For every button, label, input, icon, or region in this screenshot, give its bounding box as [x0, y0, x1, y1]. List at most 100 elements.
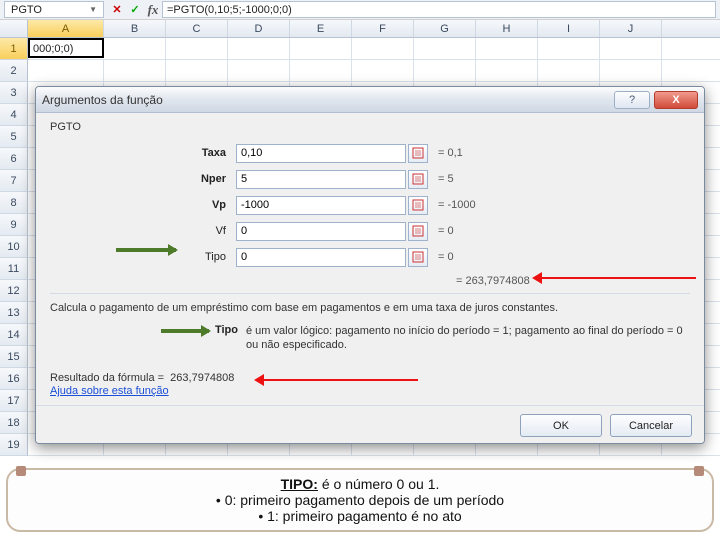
cell[interactable] [290, 38, 352, 60]
range-picker-icon[interactable] [408, 196, 428, 215]
range-picker-icon[interactable] [408, 144, 428, 163]
col-header-G[interactable]: G [414, 20, 476, 37]
cell[interactable] [352, 60, 414, 82]
close-icon[interactable]: X [654, 91, 698, 109]
slide-note: TIPO: é o número 0 ou 1. • 0: primeiro p… [6, 468, 714, 532]
function-arguments-dialog: Argumentos da função ? X PGTO Taxa = 0,1… [35, 86, 705, 444]
cell[interactable] [476, 38, 538, 60]
arg-label: Nper [50, 173, 236, 185]
help-link[interactable]: Ajuda sobre esta função [50, 385, 169, 397]
arg-input-nper[interactable] [236, 170, 406, 189]
formula-input[interactable]: =PGTO(0,10;5;-1000;0;0) [162, 1, 716, 18]
row-header-14[interactable]: 14 [0, 324, 28, 346]
dialog-title: Argumentos da função [42, 93, 163, 107]
computed-result: = 263,7974808 [456, 275, 530, 287]
formula-result: Resultado da fórmula = 263,7974808 [50, 372, 690, 384]
row-headers: 1 2 3 4 5 6 7 8 9 10 11 12 13 14 15 16 1… [0, 38, 28, 456]
cell[interactable] [476, 60, 538, 82]
cell[interactable] [166, 60, 228, 82]
computed-result-row: = 263,7974808 [50, 275, 690, 287]
arg-row-taxa: Taxa = 0,1 [50, 141, 690, 165]
cell-A1[interactable]: 000;0;0) [28, 38, 104, 58]
cell[interactable] [352, 38, 414, 60]
col-header-I[interactable]: I [538, 20, 600, 37]
cell[interactable] [228, 38, 290, 60]
range-picker-icon[interactable] [408, 248, 428, 267]
col-header-F[interactable]: F [352, 20, 414, 37]
col-header-C[interactable]: C [166, 20, 228, 37]
row-header-9[interactable]: 9 [0, 214, 28, 236]
cell[interactable] [228, 60, 290, 82]
arg-result: = 5 [438, 173, 454, 185]
row-header-4[interactable]: 4 [0, 104, 28, 126]
arg-input-vf[interactable] [236, 222, 406, 241]
row-header-8[interactable]: 8 [0, 192, 28, 214]
note-line3: • 1: primeiro pagamento é no ato [258, 508, 461, 524]
cancel-formula-icon[interactable]: ✕ [108, 0, 126, 19]
cell[interactable] [104, 38, 166, 60]
cell[interactable] [414, 38, 476, 60]
cell[interactable] [538, 38, 600, 60]
param-help: Tipo é um valor lógico: pagamento no iní… [50, 324, 690, 352]
col-header-B[interactable]: B [104, 20, 166, 37]
accept-formula-icon[interactable]: ✓ [126, 0, 144, 19]
select-all-corner[interactable] [0, 20, 28, 37]
col-header-A[interactable]: A [28, 20, 104, 37]
cell[interactable] [600, 38, 662, 60]
row-header-12[interactable]: 12 [0, 280, 28, 302]
ok-button[interactable]: OK [520, 414, 602, 437]
function-description: Calcula o pagamento de um empréstimo com… [50, 302, 690, 314]
arg-input-vp[interactable] [236, 196, 406, 215]
cell[interactable] [600, 60, 662, 82]
col-header-D[interactable]: D [228, 20, 290, 37]
cell[interactable] [414, 60, 476, 82]
dialog-titlebar[interactable]: Argumentos da função ? X [36, 87, 704, 113]
arg-label: Vf [50, 225, 236, 237]
param-help-label: Tipo [50, 324, 246, 352]
function-name: PGTO [50, 121, 690, 133]
note-line2: • 0: primeiro pagamento depois de um per… [216, 492, 504, 508]
row-header-2[interactable]: 2 [0, 60, 28, 82]
cell[interactable] [538, 60, 600, 82]
arg-input-taxa[interactable] [236, 144, 406, 163]
fx-icon[interactable]: fx [144, 0, 162, 19]
row-header-16[interactable]: 16 [0, 368, 28, 390]
cancel-button[interactable]: Cancelar [610, 414, 692, 437]
row-header-5[interactable]: 5 [0, 126, 28, 148]
row-header-15[interactable]: 15 [0, 346, 28, 368]
row-header-17[interactable]: 17 [0, 390, 28, 412]
range-picker-icon[interactable] [408, 222, 428, 241]
column-headers: A B C D E F G H I J [0, 20, 720, 38]
row-header-1[interactable]: 1 [0, 38, 28, 60]
range-picker-icon[interactable] [408, 170, 428, 189]
col-header-E[interactable]: E [290, 20, 352, 37]
cell[interactable] [28, 60, 104, 82]
row-header-13[interactable]: 13 [0, 302, 28, 324]
row-header-7[interactable]: 7 [0, 170, 28, 192]
arg-label: Vp [50, 199, 236, 211]
row-header-6[interactable]: 6 [0, 148, 28, 170]
help-button-icon[interactable]: ? [614, 91, 650, 109]
arg-input-tipo[interactable] [236, 248, 406, 267]
chevron-down-icon[interactable]: ▼ [89, 5, 97, 14]
argument-list: Taxa = 0,1 Nper = 5 Vp = -1000 Vf [50, 141, 690, 269]
name-box[interactable]: PGTO ▼ [4, 1, 104, 18]
arg-row-tipo: Tipo = 0 [50, 245, 690, 269]
arg-result: = 0,1 [438, 147, 463, 159]
col-header-H[interactable]: H [476, 20, 538, 37]
decorative-icon [694, 466, 704, 476]
formula-bar: PGTO ▼ ✕ ✓ fx =PGTO(0,10;5;-1000;0;0) [0, 0, 720, 20]
param-help-text: é um valor lógico: pagamento no início d… [246, 324, 690, 352]
row-header-19[interactable]: 19 [0, 434, 28, 456]
arg-row-vp: Vp = -1000 [50, 193, 690, 217]
row-header-18[interactable]: 18 [0, 412, 28, 434]
row-header-11[interactable]: 11 [0, 258, 28, 280]
col-header-J[interactable]: J [600, 20, 662, 37]
cell[interactable] [104, 60, 166, 82]
formula-text: =PGTO(0,10;5;-1000;0;0) [167, 4, 292, 16]
row-header-3[interactable]: 3 [0, 82, 28, 104]
arg-result: = 0 [438, 225, 454, 237]
cell[interactable] [166, 38, 228, 60]
cell[interactable] [290, 60, 352, 82]
row-header-10[interactable]: 10 [0, 236, 28, 258]
